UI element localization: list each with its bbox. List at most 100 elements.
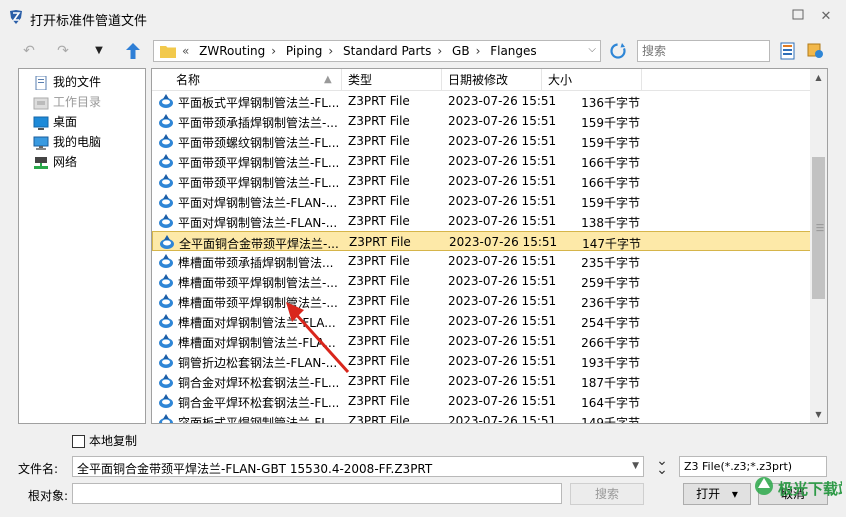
file-name: 平面带颈平焊钢制管法兰-FL... <box>178 176 340 190</box>
file-type: Z3PRT File <box>348 274 410 288</box>
file-size: 164千字节 <box>581 396 640 410</box>
list-header: 名称 ▲ 类型 日期被修改 大小 <box>152 69 812 91</box>
open-dropdown-icon[interactable]: ▾ <box>732 487 738 501</box>
file-size: 166千字节 <box>581 176 640 190</box>
table-row[interactable]: 榫槽面带颈承插焊钢制管法... Z3PRT File 2023-07-26 15:5… <box>152 251 812 271</box>
column-header-date-modified[interactable]: 日期被修改 <box>442 69 542 91</box>
file-type: Z3PRT File <box>349 235 411 249</box>
file-date-modified: 2023-07-26 15:51 <box>449 235 558 249</box>
breadcrumb-overflow[interactable]: « <box>182 44 189 58</box>
double-chevron-down-icon[interactable]: ⌄ ⌄ <box>654 454 670 477</box>
file-type: Z3PRT File <box>348 114 410 128</box>
close-button[interactable]: ✕ <box>818 9 834 25</box>
search-button[interactable]: 搜索 <box>570 483 644 505</box>
working-directory-icon <box>33 97 49 109</box>
vertical-scrollbar[interactable]: ▲ — — — ▼ <box>810 69 827 423</box>
z3prt-file-icon <box>159 274 173 288</box>
breadcrumb-item-piping[interactable]: Piping <box>286 44 322 58</box>
sidebar-item-my-computer[interactable]: 我的电脑 <box>33 133 101 151</box>
chevron-down-icon[interactable]: ▼ <box>632 461 639 471</box>
breadcrumb[interactable]: « ZWRouting › Piping › Standard Parts › GB ›… <box>153 40 601 62</box>
help-icon <box>792 9 804 20</box>
table-row[interactable]: 平面带颈平焊钢制管法兰-FL... Z3PRT File 2023-07-26 15… <box>152 151 812 171</box>
filename-field[interactable]: 全平面铜合金带颈平焊法兰-FLAN-GBT 15530.4-2008-FF.Z3… <box>72 456 644 477</box>
file-type: Z3PRT File <box>348 94 410 108</box>
sidebar-item-network[interactable]: 网络 <box>33 153 77 171</box>
search-input[interactable] <box>637 40 770 62</box>
network-icon <box>34 156 48 169</box>
chevron-down-icon[interactable]: ⌵ <box>588 44 596 55</box>
view-options-icon[interactable] <box>779 42 797 60</box>
scroll-up-icon[interactable]: ▲ <box>810 69 827 86</box>
z3prt-file-icon <box>160 235 174 249</box>
local-copy-option[interactable]: 本地复制 <box>72 432 137 449</box>
window-title: 打开标准件管道文件 <box>30 14 148 29</box>
scroll-down-icon[interactable]: ▼ <box>810 406 827 423</box>
scrollbar-thumb[interactable]: — — — <box>812 157 825 299</box>
file-size: 259千字节 <box>581 276 640 290</box>
table-row[interactable]: 平面带颈平焊钢制管法兰-FL... Z3PRT File 2023-07-26 15… <box>152 171 812 191</box>
z3prt-file-icon <box>159 114 173 128</box>
file-type: Z3PRT File <box>348 214 410 228</box>
column-header-type[interactable]: 类型 <box>342 69 442 91</box>
help-button[interactable] <box>790 9 806 25</box>
column-header-size[interactable]: 大小 <box>542 69 642 91</box>
table-row[interactable]: 铜合金对焊环松套钢法兰-FL... Z3PRT File 2023-07-26 15… <box>152 371 812 391</box>
table-row[interactable]: 榫槽面带颈平焊钢制管法兰-... Z3PRT File 2023-07-26 15:… <box>152 271 812 291</box>
root-object-input[interactable] <box>72 483 562 504</box>
table-row[interactable]: 突面板式平焊钢制管法兰-FL... Z3PRT File 2023-07-26 15… <box>152 411 812 423</box>
sidebar-item-my-files[interactable]: 我的文件 <box>33 73 101 91</box>
table-row[interactable]: 铜合金平焊环松套钢法兰-FL... Z3PRT File 2023-07-26 15… <box>152 391 812 411</box>
table-row[interactable]: 榫槽面带颈平焊钢制管法兰-... Z3PRT File 2023-07-26 15:… <box>152 291 812 311</box>
z3prt-file-icon <box>159 394 173 408</box>
table-row[interactable]: 平面带颈螺纹钢制管法兰-FL... Z3PRT File 2023-07-26 15… <box>152 131 812 151</box>
breadcrumb-separator[interactable]: › <box>328 44 333 58</box>
back-button[interactable]: ↶ <box>18 40 40 62</box>
file-name: 平面对焊钢制管法兰-FLAN-... <box>178 196 338 210</box>
z3prt-file-icon <box>159 354 173 368</box>
table-row[interactable]: 榫槽面对焊钢制管法兰-FLA... Z3PRT File 2023-07-26 15… <box>152 331 812 351</box>
table-row[interactable]: 平面对焊钢制管法兰-FLAN-... Z3PRT File 2023-07-26 1… <box>152 191 812 211</box>
file-size: 266千字节 <box>581 336 640 350</box>
file-name: 平面带颈承插焊钢制管法兰-... <box>178 116 338 130</box>
file-date-modified: 2023-07-26 15:51 <box>448 94 557 108</box>
grip-icon: — — — <box>816 220 824 235</box>
table-row[interactable]: 全平面铜合金带颈平焊法兰-... Z3PRT File 2023-07-26 15:… <box>152 231 812 251</box>
sidebar-item-label: 我的电脑 <box>53 135 102 149</box>
up-folder-button[interactable] <box>122 40 144 62</box>
file-name: 榫槽面带颈承插焊钢制管法... <box>178 256 334 270</box>
column-header-name[interactable]: 名称 <box>152 69 342 91</box>
z3prt-file-icon <box>159 414 173 423</box>
breadcrumb-path: « ZWRouting › Piping › Standard Parts › GB ›… <box>182 44 537 58</box>
table-row[interactable]: 榫槽面对焊钢制管法兰-FLA... Z3PRT File 2023-07-26 15… <box>152 311 812 331</box>
breadcrumb-item-standard-parts[interactable]: Standard Parts <box>343 44 431 58</box>
history-dropdown-button[interactable]: ▼ <box>88 40 110 62</box>
z3prt-file-icon <box>159 374 173 388</box>
refresh-icon[interactable] <box>608 41 628 61</box>
file-rows: 平面板式平焊钢制管法兰-FL... Z3PRT File 2023-07-26 15… <box>152 91 812 423</box>
file-size: 138千字节 <box>581 216 640 230</box>
root-object-label: 根对象: <box>28 489 69 503</box>
table-row[interactable]: 平面对焊钢制管法兰-FLAN-... Z3PRT File 2023-07-26 1… <box>152 211 812 231</box>
sidebar-item-working-directory[interactable]: 工作目录 <box>33 93 101 111</box>
breadcrumb-item-flanges[interactable]: Flanges <box>490 44 536 58</box>
z3prt-file-icon <box>159 334 173 348</box>
file-size: 159千字节 <box>581 116 640 130</box>
preview-pane-icon[interactable] <box>807 42 825 60</box>
breadcrumb-item-gb[interactable]: GB <box>452 44 470 58</box>
breadcrumb-separator[interactable]: › <box>437 44 442 58</box>
file-size: 254千字节 <box>581 316 640 330</box>
table-row[interactable]: 平面板式平焊钢制管法兰-FL... Z3PRT File 2023-07-26 15… <box>152 91 812 111</box>
table-row[interactable]: 平面带颈承插焊钢制管法兰-... Z3PRT File 2023-07-26 15:… <box>152 111 812 131</box>
table-row[interactable]: 铜管折边松套钢法兰-FLAN-... Z3PRT File 2023-07-26 1… <box>152 351 812 371</box>
forward-button[interactable]: ↷ <box>52 40 74 62</box>
file-size: 193千字节 <box>581 356 640 370</box>
file-size: 159千字节 <box>581 196 640 210</box>
z3prt-file-icon <box>159 294 173 308</box>
breadcrumb-separator[interactable]: › <box>271 44 276 58</box>
breadcrumb-separator[interactable]: › <box>476 44 481 58</box>
breadcrumb-item-zwrouting[interactable]: ZWRouting <box>199 44 265 58</box>
local-copy-checkbox[interactable] <box>72 435 85 448</box>
sidebar-item-desktop[interactable]: 桌面 <box>33 113 77 131</box>
open-button[interactable]: 打开 ▾ <box>683 483 751 505</box>
